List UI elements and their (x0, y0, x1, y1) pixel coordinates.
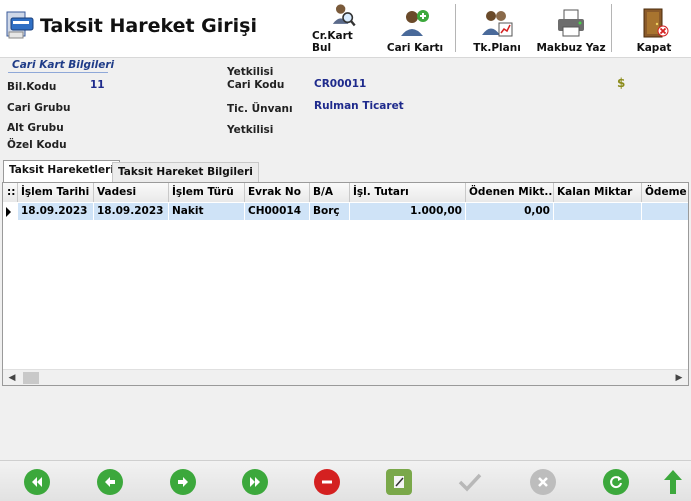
first-record-button[interactable] (24, 469, 50, 495)
currency-symbol: $ (617, 76, 626, 90)
refresh-button[interactable] (603, 469, 629, 495)
cari-kodu-label: Cari Kodu (227, 79, 285, 91)
tab-installment-movement-info[interactable]: Taksit Hareket Bilgileri (112, 162, 259, 182)
next-icon (178, 477, 188, 487)
yetkilisi-label: Yetkilisi (227, 124, 274, 136)
scroll-thumb[interactable] (23, 372, 39, 384)
scroll-right-icon[interactable]: ▶ (673, 372, 685, 384)
tab-installment-movements[interactable]: Taksit Hareketleri (3, 160, 120, 182)
group-caption: Cari Kart Bilgileri (12, 59, 115, 71)
account-info-panel: Cari Kart Bilgileri Bil.Kodu 11 Cari Gru… (0, 57, 691, 157)
print-receipt-button[interactable]: Makbuz Yaz (536, 2, 606, 54)
account-card-button[interactable]: Cari Kartı (386, 2, 444, 54)
close-label: Kapat (636, 42, 672, 54)
previous-icon (105, 477, 115, 487)
confirm-button[interactable] (457, 469, 483, 495)
print-receipt-label: Makbuz Yaz (536, 42, 606, 54)
tic-unvani-label: Tic. Ünvanı (227, 103, 293, 115)
users-chart-icon (482, 11, 513, 37)
user-add-icon (401, 10, 429, 36)
row-indicator-icon (6, 207, 11, 217)
refresh-icon (610, 476, 622, 489)
cancel-icon (538, 477, 548, 487)
cari-kodu-value: CR00011 (314, 78, 367, 90)
column-header[interactable]: İşlem Türü (169, 183, 245, 202)
column-header[interactable]: Ödenen Mikt... (466, 183, 554, 202)
column-header[interactable]: Ödeme (642, 183, 688, 202)
tab-bar: Taksit Hareketleri Taksit Hareket Bilgil… (0, 160, 691, 182)
grid-corner[interactable]: :: (3, 183, 18, 202)
door-exit-icon (643, 8, 669, 38)
ozel-kodu-label: Özel Kodu (7, 139, 67, 151)
cell-odenen-miktar[interactable]: 0,00 (466, 203, 554, 220)
last-record-button[interactable] (242, 469, 268, 495)
column-header[interactable]: Kalan Miktar (554, 183, 642, 202)
column-header[interactable]: İşl. Tutarı (350, 183, 466, 202)
cari-grubu-label: Cari Grubu (7, 102, 71, 114)
installment-plan-button[interactable]: Tk.Planı (470, 2, 524, 54)
alt-grubu-label: Alt Grubu (7, 122, 64, 134)
confirm-icon (458, 473, 482, 492)
user-search-icon (332, 4, 356, 27)
account-card-label: Cari Kartı (386, 42, 444, 54)
column-header[interactable]: B/A (310, 183, 350, 202)
column-header[interactable]: İşlem Tarihi (18, 183, 94, 202)
column-header[interactable]: Vadesi (94, 183, 169, 202)
table-row[interactable]: 18.09.2023 18.09.2023 Nakit CH00014 Borç… (3, 203, 688, 220)
delete-icon (322, 480, 332, 484)
last-icon (250, 477, 260, 487)
edit-button[interactable] (386, 469, 412, 495)
installment-grid: :: İşlem Tarihi Vadesi İşlem Türü Evrak … (2, 182, 689, 386)
find-card-button[interactable]: Cr.Kart Bul (312, 2, 374, 54)
scroll-left-icon[interactable]: ◀ (6, 372, 18, 384)
title-bar: Taksit Hareket Girişi Cr.Kart Bul Cari K… (0, 0, 691, 57)
cell-islem-tarihi[interactable]: 18.09.2023 (18, 203, 94, 220)
app-logo-icon (6, 11, 34, 39)
find-card-label: Cr.Kart Bul (312, 30, 353, 54)
bil-kodu-label: Bil.Kodu (7, 81, 57, 93)
toolbar-separator (611, 4, 612, 52)
cell-vadesi[interactable]: 18.09.2023 (94, 203, 169, 220)
installment-plan-label: Tk.Planı (473, 42, 521, 54)
navigation-bar (0, 460, 691, 501)
bil-kodu-value: 11 (90, 79, 105, 91)
cancel-button[interactable] (530, 469, 556, 495)
yetkilisi-top-label: Yetkilisi (227, 66, 274, 78)
column-header[interactable]: Evrak No (245, 183, 310, 202)
printer-icon (558, 9, 584, 37)
cell-odeme[interactable] (642, 203, 688, 220)
horizontal-scrollbar[interactable]: ◀ ▶ (3, 369, 688, 385)
cell-islem-turu[interactable]: Nakit (169, 203, 245, 220)
grid-header: :: İşlem Tarihi Vadesi İşlem Türü Evrak … (3, 183, 688, 202)
cell-islem-tutari[interactable]: 1.000,00 (350, 203, 466, 220)
cell-evrak-no[interactable]: CH00014 (245, 203, 310, 220)
next-record-button[interactable] (170, 469, 196, 495)
close-button[interactable]: Kapat (632, 2, 676, 54)
toolbar-separator (455, 4, 456, 52)
up-button[interactable] (660, 469, 686, 495)
row-indicator-cell (3, 203, 18, 220)
page-title: Taksit Hareket Girişi (40, 15, 257, 37)
edit-icon (394, 476, 404, 488)
cell-kalan-miktar[interactable] (554, 203, 642, 220)
delete-button[interactable] (314, 469, 340, 495)
up-arrow-icon (664, 470, 682, 494)
first-icon (32, 477, 42, 487)
group-divider (8, 72, 108, 73)
tic-unvani-value: Rulman Ticaret (314, 100, 404, 112)
cell-ba[interactable]: Borç (310, 203, 350, 220)
previous-record-button[interactable] (97, 469, 123, 495)
